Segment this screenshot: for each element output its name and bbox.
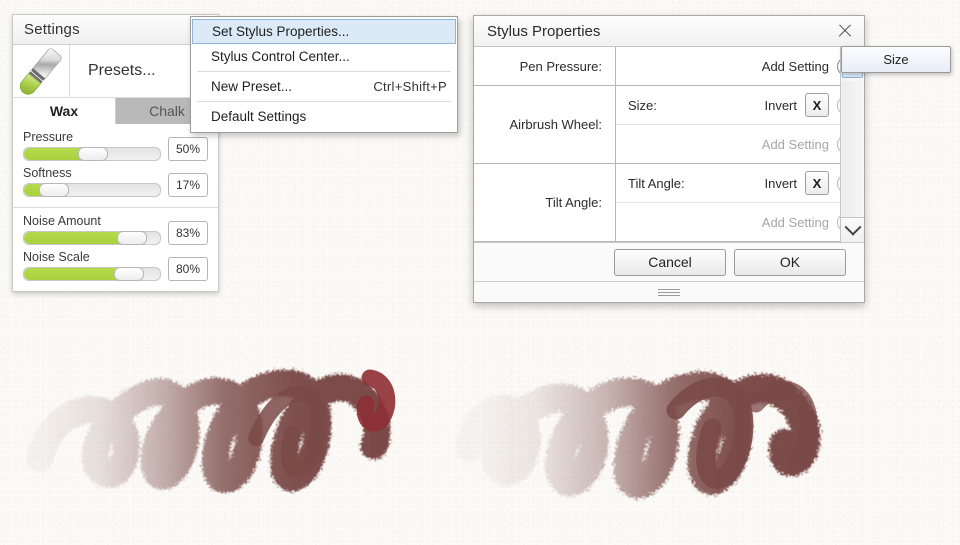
preset-thumbnail[interactable]: [13, 45, 70, 97]
dialog-scrollbar[interactable]: [840, 47, 864, 242]
property-row-pen-pressure: Pen Pressure: Add Setting: [474, 47, 864, 86]
size-popup[interactable]: Size: [841, 46, 951, 73]
property-label: Pen Pressure:: [474, 47, 616, 85]
add-setting-row[interactable]: Add Setting: [616, 203, 864, 241]
invert-toggle-button[interactable]: X: [805, 171, 829, 195]
add-setting-label: Add Setting: [761, 214, 829, 230]
mapping-row-tilt-angle[interactable]: Tilt Angle: Invert X: [616, 164, 864, 203]
slider-noise-amount: Noise Amount 83%: [23, 214, 208, 245]
slider-knob[interactable]: [39, 183, 70, 197]
close-icon[interactable]: [836, 22, 854, 40]
slider-knob[interactable]: [78, 147, 108, 161]
slider-track[interactable]: [23, 183, 161, 197]
slider-pressure: Pressure 50%: [23, 130, 208, 161]
slider-label: Softness: [23, 166, 72, 180]
dialog-body: Pen Pressure: Add Setting Airbrush Wheel…: [474, 47, 864, 243]
scrollbar-track[interactable]: [842, 81, 863, 217]
slider-track[interactable]: [23, 147, 161, 161]
menu-separator: [197, 71, 451, 72]
menu-item-new-preset[interactable]: New Preset... Ctrl+Shift+P: [191, 74, 457, 99]
property-label: Tilt Angle:: [474, 164, 616, 241]
menu-item-default-settings[interactable]: Default Settings: [191, 104, 457, 129]
stylus-context-menu: Set Stylus Properties... Stylus Control …: [190, 16, 458, 133]
page-title: Settings: [24, 21, 80, 38]
add-setting-row[interactable]: Add Setting: [616, 47, 864, 85]
settings-titlebar: Settings: [13, 15, 218, 45]
menu-item-set-stylus-properties[interactable]: Set Stylus Properties...: [192, 19, 456, 44]
menu-separator: [197, 101, 451, 102]
slider-value[interactable]: 50%: [168, 137, 208, 161]
invert-label: Invert: [764, 175, 797, 191]
slider-label: Noise Amount: [23, 214, 101, 228]
mapping-name: Size:: [628, 97, 657, 113]
preset-row[interactable]: Presets...: [13, 45, 218, 98]
invert-toggle-button[interactable]: X: [805, 93, 829, 117]
slider-label: Noise Scale: [23, 250, 90, 264]
property-row-airbrush-wheel: Airbrush Wheel: Size: Invert X Add Setti…: [474, 86, 864, 164]
mapping-row-size[interactable]: Size: Invert X: [616, 86, 864, 125]
stylus-properties-dialog: Stylus Properties Pen Pressure: Add Sett…: [473, 15, 865, 303]
menu-item-label: Stylus Control Center...: [211, 49, 350, 64]
slider-value[interactable]: 83%: [168, 221, 208, 245]
brush-tabs: Wax Chalk: [13, 98, 218, 124]
slider-value[interactable]: 80%: [168, 257, 208, 281]
slider-noise-scale: Noise Scale 80%: [23, 250, 208, 281]
ok-button[interactable]: OK: [734, 248, 846, 276]
menu-item-stylus-control-center[interactable]: Stylus Control Center...: [191, 44, 457, 69]
crayon-icon: [19, 48, 62, 95]
resize-grip-icon: [658, 288, 680, 296]
slider-knob[interactable]: [113, 267, 144, 281]
slider-track[interactable]: [23, 231, 161, 245]
settings-panel: Settings Presets... Wax Chalk Pressure 5…: [12, 14, 219, 292]
dialog-button-bar: Cancel OK: [474, 243, 864, 282]
chevron-down-icon: [844, 218, 861, 236]
add-setting-label: Add Setting: [761, 136, 829, 152]
property-row-tilt-angle: Tilt Angle: Tilt Angle: Invert X Add Set…: [474, 164, 864, 242]
tab-wax[interactable]: Wax: [13, 98, 116, 124]
scroll-down-button[interactable]: [841, 217, 864, 242]
add-setting-row[interactable]: Add Setting: [616, 125, 864, 163]
slider-value[interactable]: 17%: [168, 173, 208, 197]
invert-label: Invert: [764, 97, 797, 113]
menu-item-label: New Preset...: [211, 79, 293, 94]
slider-label: Pressure: [23, 130, 74, 144]
menu-item-label: Default Settings: [211, 109, 307, 124]
dialog-resize-grip[interactable]: [474, 282, 864, 302]
cancel-button[interactable]: Cancel: [614, 248, 726, 276]
property-label: Airbrush Wheel:: [474, 86, 616, 163]
mapping-name: Tilt Angle:: [628, 175, 685, 191]
slider-knob[interactable]: [116, 231, 147, 245]
add-setting-label: Add Setting: [761, 58, 829, 74]
slider-softness: Softness 17%: [23, 166, 208, 197]
dialog-title: Stylus Properties: [487, 22, 601, 40]
menu-item-accel: Ctrl+Shift+P: [373, 79, 447, 94]
slider-group-noise: Noise Amount 83% Noise Scale 80%: [13, 208, 218, 291]
slider-track[interactable]: [23, 267, 161, 281]
slider-group-brush: Pressure 50% Softness 17%: [13, 124, 218, 208]
dialog-titlebar: Stylus Properties: [474, 16, 864, 47]
brush-strokes-artwork: [26, 369, 821, 499]
menu-item-label: Set Stylus Properties...: [212, 24, 350, 39]
